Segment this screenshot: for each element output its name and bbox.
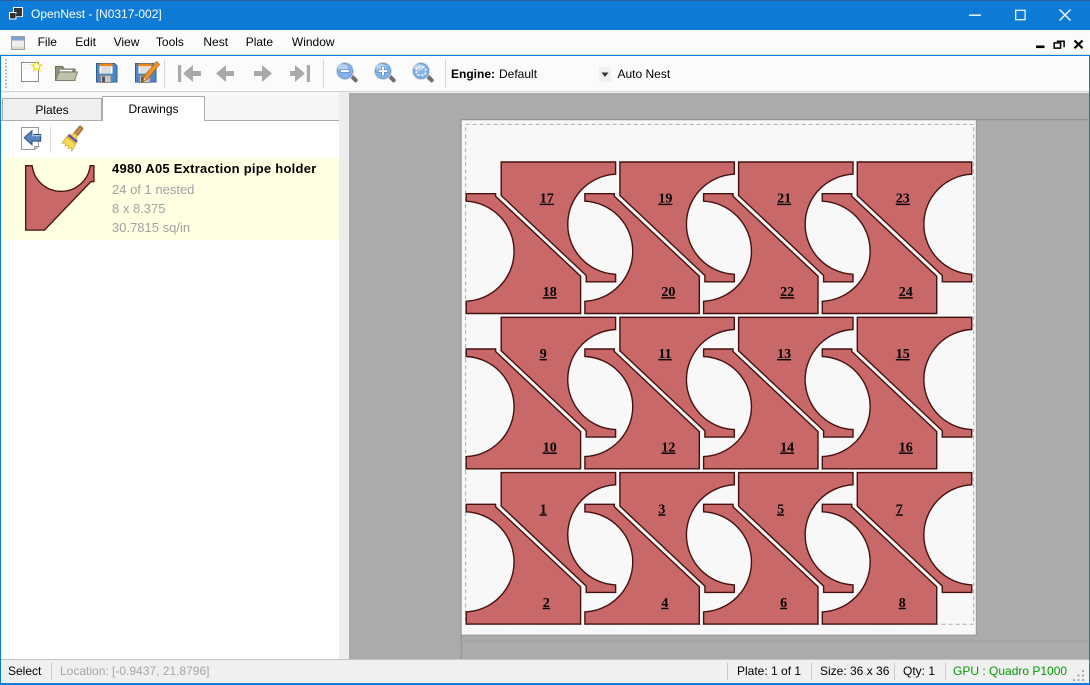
svg-text:2: 2 bbox=[543, 596, 550, 611]
svg-text:17: 17 bbox=[540, 192, 554, 207]
svg-text:21: 21 bbox=[777, 192, 791, 207]
svg-text:4: 4 bbox=[661, 596, 668, 611]
svg-text:24: 24 bbox=[899, 285, 913, 300]
svg-text:3: 3 bbox=[658, 502, 665, 517]
svg-text:12: 12 bbox=[661, 441, 675, 456]
svg-text:20: 20 bbox=[661, 285, 675, 300]
svg-text:8: 8 bbox=[899, 596, 906, 611]
svg-text:11: 11 bbox=[658, 347, 671, 362]
svg-text:6: 6 bbox=[780, 596, 787, 611]
svg-text:18: 18 bbox=[543, 285, 557, 300]
svg-text:14: 14 bbox=[780, 441, 794, 456]
svg-text:19: 19 bbox=[658, 192, 672, 207]
svg-text:23: 23 bbox=[896, 192, 910, 207]
svg-text:1: 1 bbox=[540, 502, 547, 517]
svg-text:5: 5 bbox=[777, 502, 784, 517]
svg-text:7: 7 bbox=[896, 502, 903, 517]
svg-text:15: 15 bbox=[896, 347, 910, 362]
svg-text:10: 10 bbox=[543, 441, 557, 456]
svg-text:16: 16 bbox=[899, 441, 913, 456]
svg-text:9: 9 bbox=[540, 347, 547, 362]
svg-text:22: 22 bbox=[780, 285, 794, 300]
svg-text:13: 13 bbox=[777, 347, 791, 362]
